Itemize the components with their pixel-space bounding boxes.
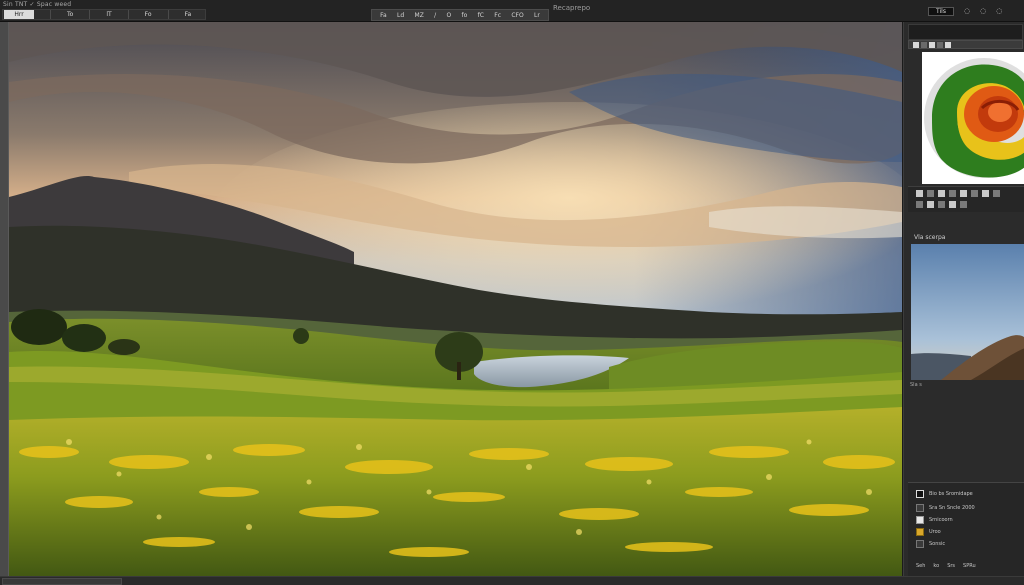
close-icon[interactable]: ◌: [996, 7, 1002, 15]
panel-tab-icon[interactable]: [921, 41, 927, 48]
adjustment-icons-row: [916, 201, 1024, 208]
layer-row[interactable]: Uroo: [916, 527, 941, 536]
swirl-logo-thumbnail[interactable]: [922, 52, 1024, 184]
tool-option-4[interactable]: Fa: [185, 10, 192, 19]
layer-row[interactable]: Srnicoorn: [916, 515, 953, 524]
footer-item[interactable]: ko: [933, 563, 939, 569]
panel-tab-icon[interactable]: [945, 41, 951, 48]
layer-thumbnail: [916, 515, 924, 524]
center-tool-6[interactable]: fo: [462, 12, 468, 19]
layer-name: Srnicoorn: [929, 516, 953, 523]
tool-option-2[interactable]: lT: [106, 10, 111, 19]
toolbar-divider: [50, 10, 51, 19]
layers-footer: Seh ko Srs SPRu: [916, 561, 976, 570]
tool-preset-button[interactable]: Hrr: [4, 10, 34, 19]
threshold-icon[interactable]: [960, 201, 967, 208]
center-tool-4[interactable]: /: [434, 12, 436, 19]
layer-row[interactable]: Sonsic: [916, 539, 945, 548]
status-bar: [0, 576, 1024, 585]
invert-icon[interactable]: [938, 201, 945, 208]
right-panel: Vla scerpa Sla s Bio bs Sromidape Sra Sn…: [903, 22, 1024, 576]
panel-tab-icon[interactable]: [937, 41, 943, 48]
adjustment-icons-row: [916, 190, 1024, 197]
center-tool-10[interactable]: Lr: [534, 12, 540, 19]
posterize-icon[interactable]: [949, 201, 956, 208]
footer-item[interactable]: Srs: [947, 563, 955, 569]
balance-icon[interactable]: [982, 190, 989, 197]
zoom-field[interactable]: Tils: [928, 6, 954, 16]
center-tool-2[interactable]: Ld: [397, 12, 404, 19]
center-tool-5[interactable]: O: [446, 12, 451, 19]
hue-icon[interactable]: [971, 190, 978, 197]
layer-row[interactable]: Sra Sn Sncle 2000: [916, 503, 975, 512]
layer-thumbnail: [916, 539, 924, 548]
channel-mixer-icon[interactable]: [927, 201, 934, 208]
preview-caption: Sla s: [910, 382, 922, 388]
brightness-icon[interactable]: [916, 190, 923, 197]
landscape-photo: [9, 22, 902, 581]
preview-label: Vla scerpa: [914, 234, 946, 241]
navigator-image: [911, 244, 1024, 380]
layer-row[interactable]: Bio bs Sromidape: [916, 489, 973, 498]
search-icon[interactable]: ◌: [980, 7, 986, 15]
tool-option-1[interactable]: To: [67, 10, 73, 19]
photo-filter-icon[interactable]: [916, 201, 923, 208]
adjustments-toolbar: [908, 186, 1024, 212]
panel-tab-icon[interactable]: [929, 41, 935, 48]
layer-name: Bio bs Sromidape: [929, 490, 973, 497]
swirl-logo: [922, 52, 1024, 184]
layer-thumbnail: [916, 489, 924, 498]
center-tool-7[interactable]: fC: [478, 12, 484, 19]
navigator-preview[interactable]: [911, 244, 1024, 380]
layer-name: Sra Sn Sncle 2000: [929, 504, 975, 511]
tool-option-3[interactable]: Fo: [145, 10, 152, 19]
levels-icon[interactable]: [927, 190, 934, 197]
bw-icon[interactable]: [993, 190, 1000, 197]
center-tool-3[interactable]: MZ: [415, 12, 424, 19]
panel-header: [908, 24, 1023, 40]
title-bar: Sin TNT ✓ Spac weed Hrr To lT Fo Fa Fa L…: [0, 0, 1024, 22]
layer-thumbnail: [916, 503, 924, 512]
layer-name: Sonsic: [929, 540, 946, 547]
toolbar-divider: [127, 10, 129, 19]
layers-panel: Bio bs Sromidape Sra Sn Sncle 2000 Srnic…: [908, 482, 1024, 576]
vibrance-icon[interactable]: [960, 190, 967, 197]
center-tool-8[interactable]: Fc: [494, 12, 501, 19]
exposure-icon[interactable]: [949, 190, 956, 197]
layer-thumbnail: [916, 527, 924, 536]
center-tool-9[interactable]: CFO: [511, 12, 523, 19]
footer-item[interactable]: SPRu: [963, 563, 976, 569]
panel-tabs: [908, 40, 1023, 49]
footer-item[interactable]: Seh: [916, 563, 925, 569]
toolbar-divider: [89, 10, 91, 19]
tools-strip[interactable]: [0, 22, 9, 585]
app-title: Sin TNT ✓ Spac weed: [3, 1, 72, 8]
panel-tab-icon[interactable]: [913, 41, 919, 48]
window-controls: Tils ◌ ◌ ◌: [928, 1, 1024, 21]
settings-icon[interactable]: ◌: [964, 7, 970, 15]
options-toolbar: Hrr To lT Fo Fa: [2, 9, 206, 20]
center-toolbar: Fa Ld MZ / O fo fC Fc CFO Lr: [371, 9, 549, 21]
curves-icon[interactable]: [938, 190, 945, 197]
toolbar-divider: [167, 10, 169, 19]
document-canvas[interactable]: [9, 22, 902, 581]
document-title: Recaprepo: [553, 4, 591, 12]
layer-name: Uroo: [929, 528, 941, 535]
center-tool-1[interactable]: Fa: [380, 12, 387, 19]
status-info: [2, 578, 122, 585]
